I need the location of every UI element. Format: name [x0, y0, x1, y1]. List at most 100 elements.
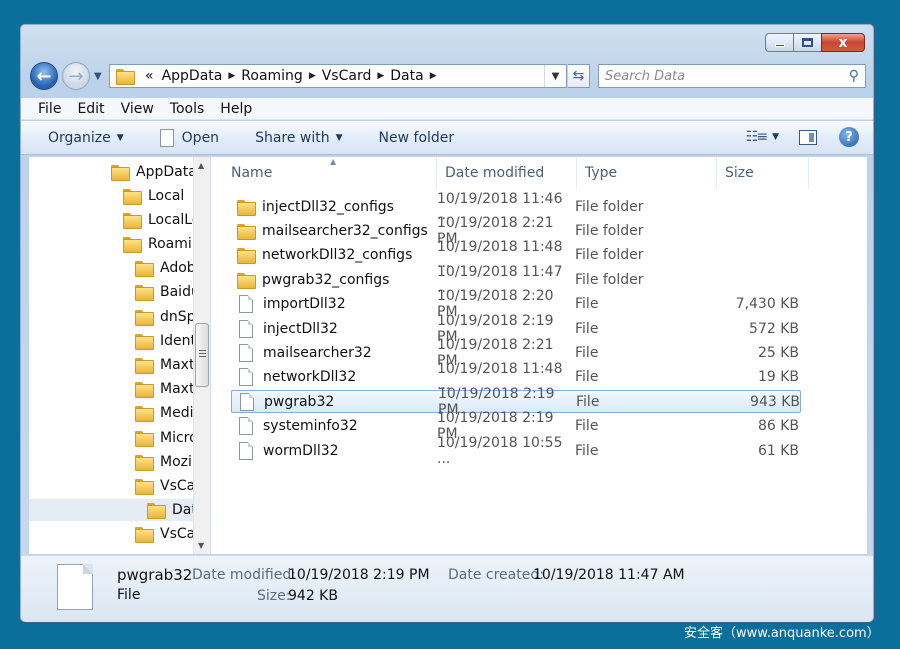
folder-icon: [135, 406, 154, 422]
breadcrumb-appdata[interactable]: AppData: [158, 68, 227, 84]
refresh-icon: ⇆: [572, 68, 585, 84]
file-name: mailsearcher32: [263, 344, 372, 361]
folder-icon: [135, 334, 154, 350]
column-header-type[interactable]: Type: [577, 157, 717, 189]
file-type: File folder: [575, 198, 644, 215]
close-icon: x: [838, 34, 848, 51]
file-name: pwgrab32_configs: [262, 271, 390, 288]
details-created-label: Date created:: [448, 567, 544, 583]
file-name-cell: pwgrab32: [232, 392, 436, 411]
file-name-cell: wormDll32: [231, 441, 435, 460]
chevron-down-icon: ▼: [335, 132, 343, 143]
views-dropdown-icon[interactable]: ▼: [772, 132, 779, 142]
breadcrumb-overflow[interactable]: «: [141, 68, 158, 84]
file-icon: [239, 368, 253, 387]
document-icon: [159, 128, 174, 147]
caption-buttons: x: [765, 33, 865, 52]
maximize-button[interactable]: [793, 33, 821, 52]
details-modified-label: Date modified:: [192, 567, 296, 583]
file-icon: [239, 319, 253, 338]
refresh-button[interactable]: ⇆: [568, 64, 590, 88]
organize-button[interactable]: Organize ▼: [48, 130, 124, 146]
address-dropdown-button[interactable]: ▼: [544, 65, 566, 87]
help-icon[interactable]: ?: [839, 127, 859, 147]
column-label: Type: [585, 165, 618, 181]
tree-item-label: Mozil: [160, 454, 196, 470]
new-folder-label: New folder: [378, 129, 455, 146]
file-name: mailsearcher32_configs: [262, 222, 428, 239]
minimize-icon: [774, 44, 785, 47]
file-size: 25 KB: [757, 344, 799, 361]
sort-ascending-icon: ▲: [330, 157, 337, 166]
tree-item-vscard-2[interactable]: VsCar: [135, 523, 201, 545]
recent-pages-dropdown[interactable]: ▼: [94, 71, 102, 82]
search-box[interactable]: Search Data ⚲: [598, 64, 866, 88]
tree-item-appdata[interactable]: AppData: [111, 161, 197, 183]
search-input[interactable]: Search Data: [605, 69, 685, 84]
column-header-name[interactable]: ▲ Name: [215, 157, 437, 189]
file-type: File: [575, 296, 599, 313]
folder-icon: [135, 285, 154, 301]
address-bar[interactable]: « AppData ▶ Roaming ▶ VsCard ▶ Data ▶ ▼: [109, 64, 567, 88]
menu-view[interactable]: View: [121, 101, 154, 117]
menu-edit[interactable]: Edit: [77, 101, 104, 117]
file-icon: [239, 417, 253, 436]
file-size: 943 KB: [750, 393, 800, 410]
menu-file[interactable]: File: [38, 101, 61, 117]
minimize-button[interactable]: [765, 33, 793, 52]
folder-icon: [135, 431, 154, 447]
file-size: 7,430 KB: [735, 296, 799, 313]
scrollbar-thumb[interactable]: [195, 323, 209, 387]
organize-label: Organize: [48, 129, 111, 146]
tree-item-data[interactable]: Data: [29, 499, 205, 521]
column-headers: ▲ Name Date modified Type Size: [215, 157, 867, 189]
search-icon[interactable]: ⚲: [849, 68, 859, 84]
navigation-scrollbar[interactable]: ▲ ▼: [193, 157, 210, 554]
tree-item-baidu[interactable]: Baidu: [135, 281, 200, 303]
file-type: File: [575, 320, 599, 337]
tree-item-roaming[interactable]: Roamin: [123, 233, 201, 255]
breadcrumb-vscard[interactable]: VsCard: [318, 68, 376, 84]
tree-item-media[interactable]: Media: [135, 402, 202, 424]
file-name: wormDll32: [263, 442, 339, 459]
tree-item-mozilla[interactable]: Mozil: [135, 451, 196, 473]
tree-item-label: AppData: [136, 164, 197, 180]
forward-button[interactable]: →: [62, 62, 90, 90]
breadcrumb-roaming[interactable]: Roaming: [237, 68, 307, 84]
scroll-down-arrow-icon[interactable]: ▼: [198, 541, 204, 550]
scroll-up-arrow-icon[interactable]: ▲: [198, 161, 204, 170]
file-name-cell: systeminfo32: [231, 417, 435, 436]
breadcrumb-arrow-icon[interactable]: ▶: [226, 71, 237, 81]
new-folder-button[interactable]: New folder: [379, 130, 455, 146]
tree-item-vscard[interactable]: VsCar: [135, 475, 201, 497]
folder-icon: [147, 503, 166, 519]
breadcrumb-arrow-icon[interactable]: ▶: [307, 71, 318, 81]
breadcrumb-arrow-icon[interactable]: ▶: [428, 71, 439, 81]
open-label: Open: [181, 129, 220, 146]
column-header-date[interactable]: Date modified: [437, 157, 577, 189]
back-button[interactable]: ←: [30, 62, 58, 90]
close-button[interactable]: x: [821, 33, 865, 52]
column-header-size[interactable]: Size: [717, 157, 809, 189]
file-type: File: [575, 369, 599, 386]
open-button[interactable]: Open: [159, 128, 220, 147]
folder-icon: [135, 358, 154, 374]
tree-item-local[interactable]: Local: [123, 185, 184, 207]
back-forward-group: ← → ▼: [30, 62, 108, 90]
folder-icon: [237, 223, 256, 240]
file-row[interactable]: wormDll32 10/19/2018 10:55 ... File 61 KB: [231, 435, 801, 467]
folder-icon: [135, 261, 154, 277]
change-view-icon[interactable]: ☷≡: [746, 129, 768, 145]
menu-help[interactable]: Help: [220, 101, 252, 117]
preview-pane-icon[interactable]: [799, 129, 817, 145]
tree-item-microsoft[interactable]: Micro: [135, 427, 198, 449]
tree-item-locallow[interactable]: LocalLo: [123, 209, 200, 231]
breadcrumb-data[interactable]: Data: [386, 68, 427, 84]
folder-icon: [237, 248, 256, 265]
breadcrumb-arrow-icon[interactable]: ▶: [375, 71, 386, 81]
tree-item-identities[interactable]: Identi: [135, 330, 200, 352]
file-name-cell: injectDll32: [231, 319, 435, 338]
share-with-button[interactable]: Share with ▼: [255, 130, 342, 146]
menu-tools[interactable]: Tools: [170, 101, 205, 117]
tree-item-adobe[interactable]: Adob: [135, 257, 196, 279]
